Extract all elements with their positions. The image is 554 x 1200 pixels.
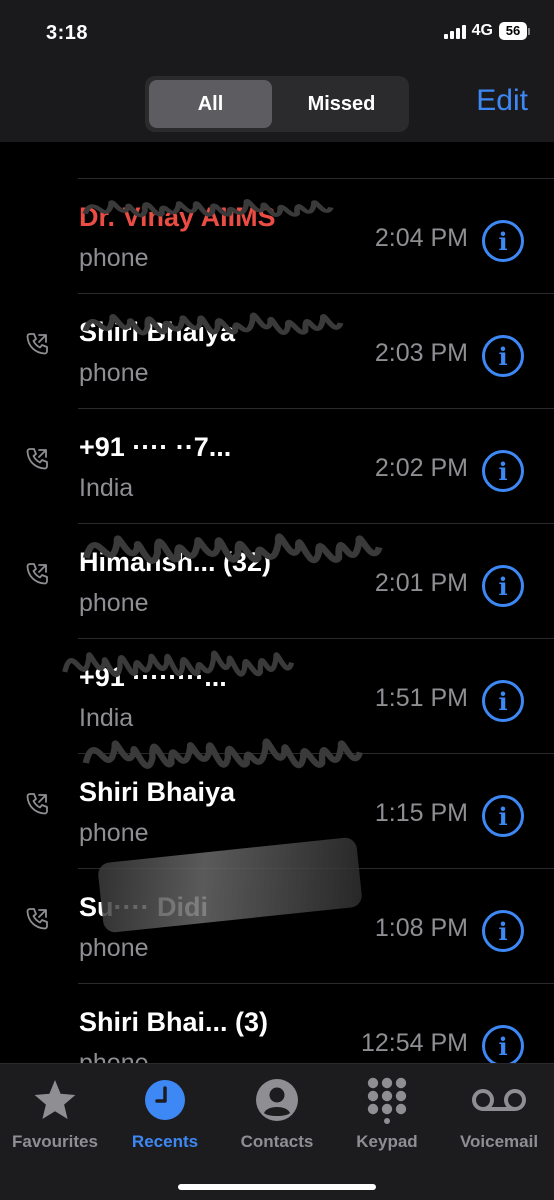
home-indicator[interactable] — [178, 1184, 376, 1190]
caller-name: Shiri Bhaiya — [79, 777, 236, 807]
call-time: 2:04 PM — [374, 224, 468, 252]
status-time: 3:18 — [46, 22, 89, 44]
caller-name: Su···· Didi — [79, 892, 208, 922]
info-icon[interactable]: i — [482, 450, 524, 492]
cellular-signal-icon — [443, 23, 466, 39]
row-divider — [78, 638, 554, 639]
row-divider — [78, 523, 554, 524]
caller-name: +91 ········... — [79, 662, 227, 692]
outgoing-call-icon — [24, 906, 50, 932]
info-icon[interactable]: i — [482, 1025, 524, 1067]
battery-icon: 56 — [499, 22, 530, 40]
tab-favourites[interactable]: Favourites — [0, 1076, 110, 1152]
tab-label: Recents — [131, 1132, 199, 1151]
call-row[interactable]: +91 ···· ··7... India 2:02 PM i — [0, 408, 554, 523]
keypad-icon — [367, 1077, 407, 1124]
tab-bar: Favourites Recents Contacts Keypad Voice… — [0, 1063, 554, 1200]
call-subtitle: phone — [79, 359, 149, 387]
tab-label: Favourites — [12, 1132, 98, 1151]
call-row[interactable]: Shiri Bhaiya phone 2:03 PM i — [0, 293, 554, 408]
row-divider — [78, 293, 554, 294]
row-divider — [78, 408, 554, 409]
call-row[interactable]: +91 ········... India 1:51 PM i — [0, 638, 554, 753]
info-icon[interactable]: i — [482, 910, 524, 952]
caller-name: Shiri Bhai... (3) — [79, 1007, 269, 1037]
call-subtitle: phone — [79, 244, 149, 272]
call-time: 1:08 PM — [374, 914, 468, 942]
tab-label: Contacts — [240, 1132, 314, 1151]
battery-level: 56 — [499, 22, 527, 40]
recents-filter-segmented-control: All Missed — [145, 76, 409, 132]
call-row[interactable]: Shiri Bhaiya phone 1:15 PM i — [0, 753, 554, 868]
call-row[interactable]: Himansh... (32) phone 2:01 PM i — [0, 523, 554, 638]
segment-all[interactable]: All — [149, 80, 272, 128]
tab-voicemail[interactable]: Voicemail — [444, 1076, 554, 1152]
outgoing-call-icon — [24, 561, 50, 587]
segment-missed[interactable]: Missed — [278, 80, 405, 128]
voicemail-icon — [472, 1089, 526, 1111]
caller-name: Himansh... (32) — [79, 547, 272, 577]
row-divider — [78, 753, 554, 754]
person-circle-icon — [256, 1079, 298, 1121]
call-time: 1:51 PM — [374, 684, 468, 712]
header-bar: 3:18 4G 56 All Missed Edit — [0, 0, 554, 142]
caller-name: +91 ···· ··7... — [79, 432, 232, 462]
info-icon[interactable]: i — [482, 565, 524, 607]
row-divider — [78, 983, 554, 984]
call-subtitle: phone — [79, 819, 149, 847]
row-divider — [78, 868, 554, 869]
call-subtitle: India — [79, 474, 134, 502]
call-subtitle: phone — [79, 934, 149, 962]
info-icon[interactable]: i — [482, 680, 524, 722]
call-time: 2:01 PM — [374, 569, 468, 597]
caller-name: Shiri Bhaiya — [79, 317, 236, 347]
network-type: 4G — [471, 22, 493, 39]
status-indicators: 4G 56 — [443, 22, 530, 40]
edit-button[interactable]: Edit — [476, 84, 528, 118]
info-icon[interactable]: i — [482, 335, 524, 377]
tab-label: Voicemail — [459, 1132, 539, 1151]
call-time: 12:54 PM — [360, 1029, 468, 1057]
tab-contacts[interactable]: Contacts — [222, 1076, 332, 1152]
info-icon[interactable]: i — [482, 795, 524, 837]
outgoing-call-icon — [24, 446, 50, 472]
outgoing-call-icon — [24, 331, 50, 357]
tab-label: Keypad — [356, 1132, 418, 1151]
clock-icon — [145, 1080, 185, 1120]
star-icon — [34, 1080, 76, 1119]
call-time: 1:15 PM — [374, 799, 468, 827]
call-row[interactable]: Su···· Didi phone 1:08 PM i — [0, 868, 554, 983]
tab-keypad[interactable]: Keypad — [332, 1076, 442, 1152]
call-subtitle: India — [79, 704, 134, 732]
caller-name: Dr. Vinay AIIMS — [79, 202, 276, 232]
call-time: 2:02 PM — [374, 454, 468, 482]
call-row[interactable]: Dr. Vinay AIIMS phone 2:04 PM i — [0, 178, 554, 293]
tab-recents[interactable]: Recents — [110, 1076, 220, 1152]
row-divider — [78, 178, 554, 179]
info-icon[interactable]: i — [482, 220, 524, 262]
call-subtitle: phone — [79, 589, 149, 617]
call-time: 2:03 PM — [374, 339, 468, 367]
outgoing-call-icon — [24, 791, 50, 817]
